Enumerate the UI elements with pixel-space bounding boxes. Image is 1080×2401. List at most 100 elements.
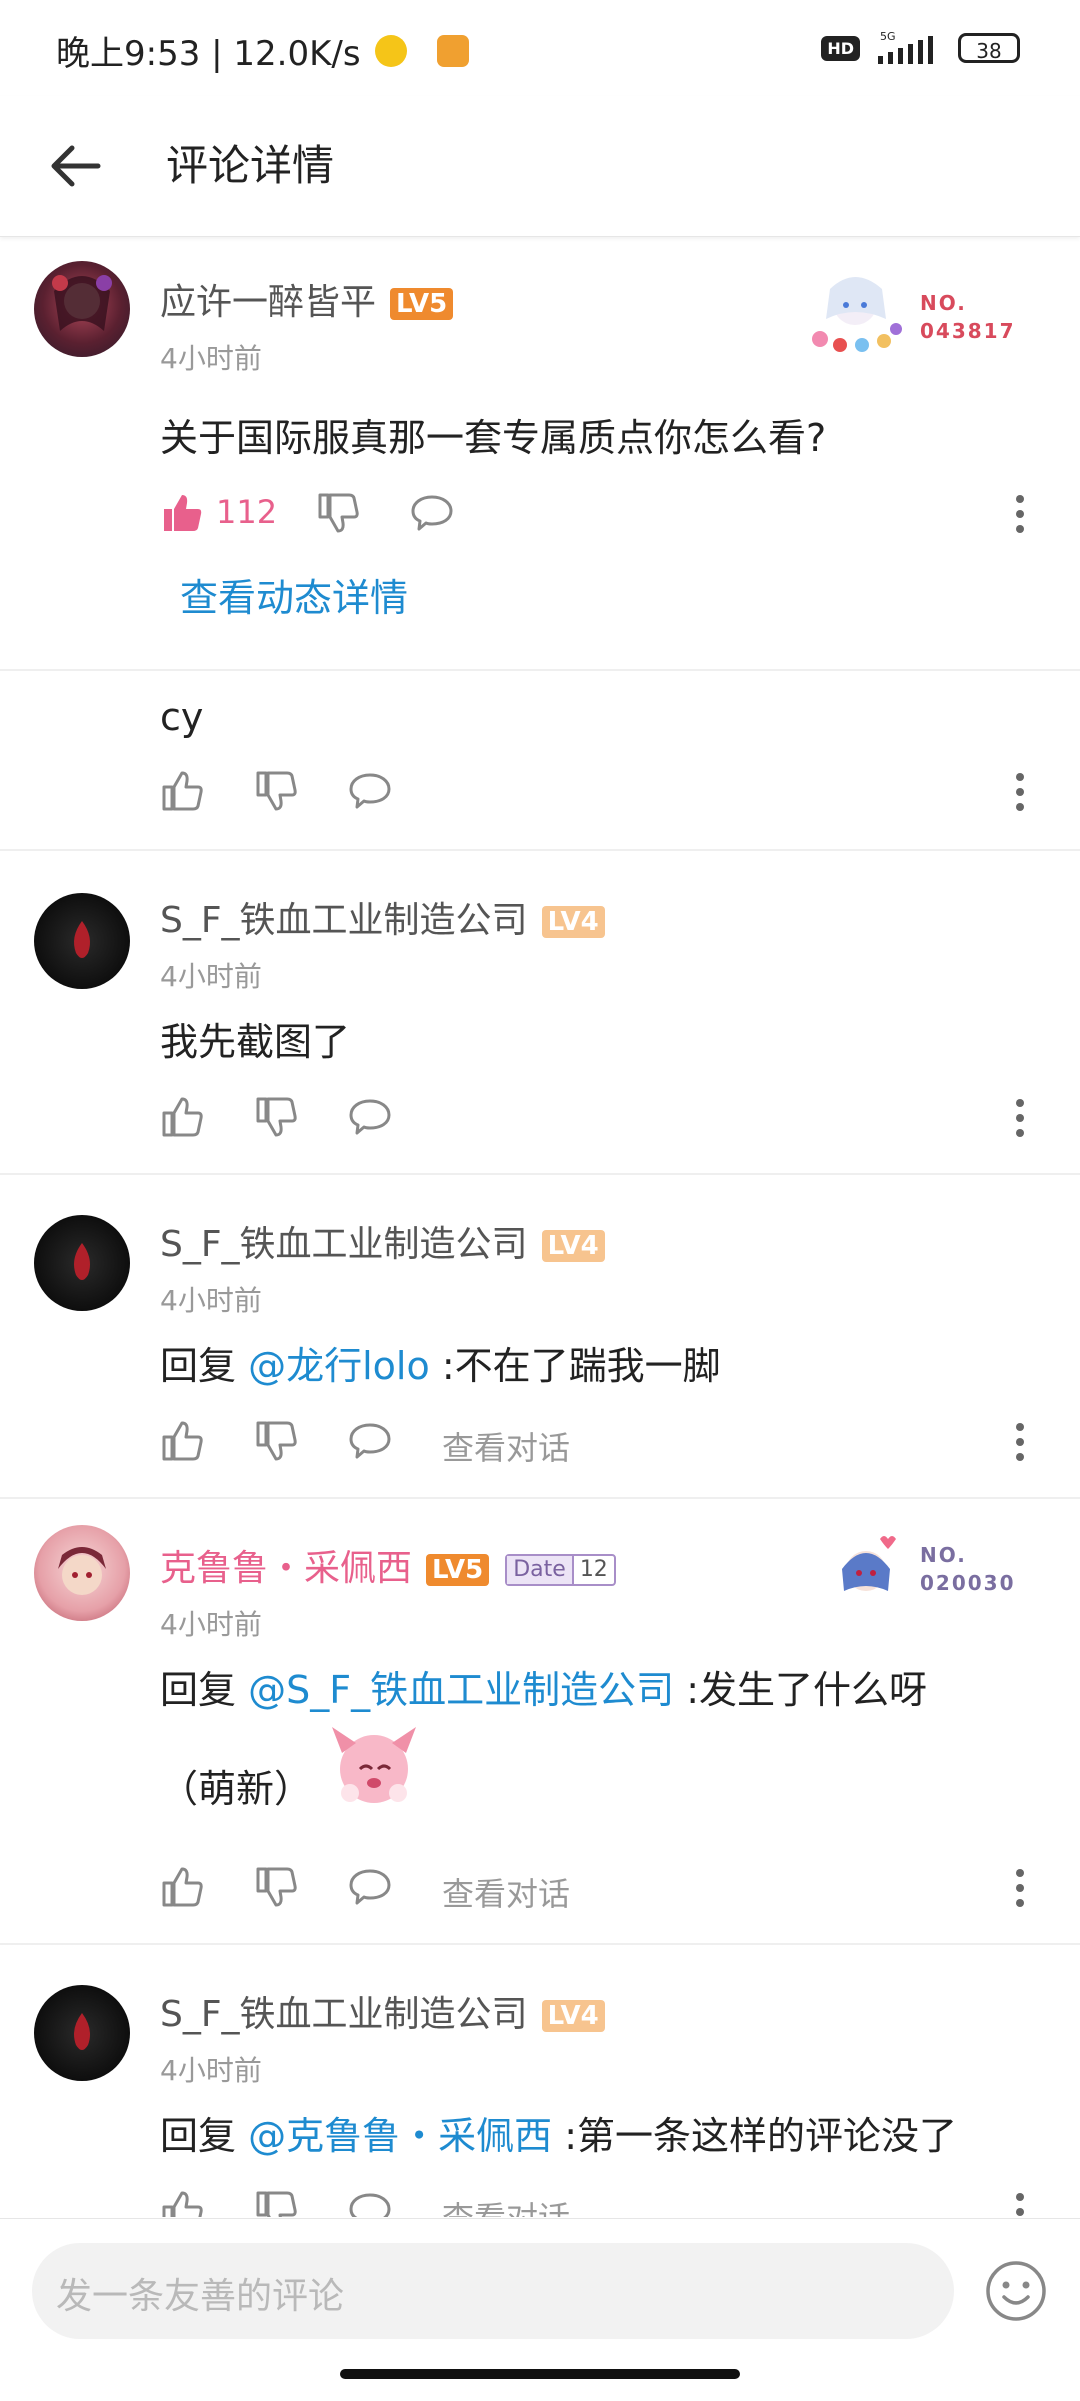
dislike-icon[interactable] — [254, 1865, 298, 1909]
fan-badge-number: NO. 043817 — [920, 289, 1016, 345]
reply-bubble-icon[interactable] — [348, 1419, 392, 1463]
comment-text: 关于国际服真那一套专属质点你怎么看? — [160, 416, 827, 460]
avatar[interactable] — [34, 1525, 130, 1621]
username-text: S_F_铁血工业制造公司 — [160, 1224, 528, 1265]
dislike-icon[interactable] — [254, 1419, 298, 1463]
level-badge: LV4 — [541, 1230, 605, 1262]
mention-link[interactable]: @克鲁鲁・采佩西 — [248, 2114, 552, 2158]
reply-text: cy — [160, 695, 204, 739]
reply-text: 回复 @克鲁鲁・采佩西 :第一条这样的评论没了 — [160, 2105, 957, 2160]
avatar-image — [74, 921, 90, 958]
avatar[interactable] — [34, 261, 130, 357]
reply-bubble-icon[interactable] — [348, 769, 392, 813]
coin-icon — [374, 34, 407, 67]
reply-bubble-icon[interactable] — [348, 1865, 392, 1909]
comment-list[interactable]: 应许一醉皆平 LV5 4小时前 NO. 043817 关于国际服真那一套专属质点你… — [0, 237, 1080, 2217]
battery-indicator: 38 — [958, 33, 1020, 63]
fan-badge-number: NO. 020030 — [920, 1541, 1016, 1597]
more-options-icon[interactable] — [1014, 771, 1026, 813]
reply-text-line2: （萌新） — [160, 1727, 426, 1817]
more-options-icon[interactable] — [1014, 1421, 1026, 1463]
fan-badge-num: 043817 — [920, 319, 1016, 343]
fan-badge-num: 020030 — [920, 1571, 1016, 1595]
view-post-detail-link[interactable]: 查看动态详情 — [180, 567, 408, 622]
home-indicator[interactable] — [340, 2369, 740, 2379]
fan-badge-illustration — [812, 277, 902, 352]
status-time: 晚上9:53 | 12.0K/s — [56, 34, 361, 74]
avatar-image — [74, 2013, 90, 2050]
like-icon[interactable] — [160, 2189, 204, 2217]
like-icon[interactable] — [160, 769, 204, 813]
like-count: 112 — [216, 493, 278, 531]
sticker-emoji — [332, 1727, 417, 1803]
comment-input-placeholder: 发一条友善的评论 — [56, 2276, 345, 2317]
like-icon[interactable] — [160, 1419, 204, 1463]
more-options-icon[interactable] — [1014, 493, 1026, 535]
dislike-icon[interactable] — [254, 769, 298, 813]
dislike-icon[interactable] — [254, 1095, 298, 1139]
reply-item: 克鲁鲁・采佩西 LV5 Date 12 4小时前 NO. 020030 回复 @S_F… — [0, 1499, 1080, 1945]
reply-actions: 查看对话 — [160, 1865, 1030, 1925]
network-label: 5G — [880, 30, 896, 43]
view-conversation-link[interactable]: 查看对话 — [442, 1423, 570, 1469]
reply-bubble-icon[interactable] — [410, 491, 454, 535]
avatar[interactable] — [34, 1985, 130, 2081]
like-icon[interactable] — [160, 1865, 204, 1909]
main-comment: 应许一醉皆平 LV5 4小时前 NO. 043817 关于国际服真那一套专属质点你… — [0, 237, 1080, 671]
more-options-icon[interactable] — [1014, 1867, 1026, 1909]
reply-item: cy — [0, 671, 1080, 851]
date-medal-label: Date — [507, 1556, 572, 1584]
dislike-icon[interactable] — [254, 2189, 298, 2217]
reply-bubble-icon[interactable] — [348, 2189, 392, 2217]
fan-badge-no: NO. — [920, 1543, 967, 1567]
like-icon[interactable] — [160, 1095, 204, 1139]
reply-item: S_F_铁血工业制造公司 LV4 4小时前 我先截图了 — [0, 851, 1080, 1175]
username[interactable]: S_F_铁血工业制造公司 LV4 — [160, 891, 605, 943]
reply-body: :不在了踹我一脚 — [441, 1344, 721, 1388]
reply-prefix: 回复 — [160, 2114, 237, 2158]
avatar[interactable] — [34, 893, 130, 989]
date-medal: Date 12 — [505, 1554, 616, 1586]
reply-item: S_F_铁血工业制造公司 LV4 4小时前 回复 @龙行lolo :不在了踹我一脚… — [0, 1175, 1080, 1499]
username-text: S_F_铁血工业制造公司 — [160, 1994, 528, 2035]
username[interactable]: S_F_铁血工业制造公司 LV4 — [160, 1215, 605, 1267]
emoji-icon[interactable] — [984, 2259, 1048, 2323]
signal-icon: 5G — [878, 30, 933, 64]
comment-input-bar: 发一条友善的评论 — [0, 2218, 1080, 2401]
reply-actions — [160, 769, 1030, 829]
date-medal-num: 12 — [571, 1556, 614, 1584]
level-badge: LV5 — [426, 1554, 490, 1586]
post-time: 4小时前 — [160, 1284, 262, 1317]
username[interactable]: 应许一醉皆平 LV5 — [160, 273, 454, 325]
reply-item: S_F_铁血工业制造公司 LV4 4小时前 回复 @克鲁鲁・采佩西 :第一条这样的… — [0, 1945, 1080, 2217]
avatar-image — [52, 275, 112, 331]
dislike-icon[interactable] — [316, 491, 360, 535]
comment-input[interactable]: 发一条友善的评论 — [32, 2243, 954, 2339]
back-arrow-icon[interactable] — [40, 136, 112, 196]
mention-link[interactable]: @S_F_铁血工业制造公司 — [248, 1668, 674, 1712]
username-text: 应许一醉皆平 — [160, 282, 377, 323]
avatar-image — [58, 1547, 106, 1595]
more-options-icon[interactable] — [1014, 2191, 1026, 2217]
username[interactable]: 克鲁鲁・采佩西 LV5 Date 12 — [160, 1539, 616, 1591]
reply-prefix: 回复 — [160, 1344, 237, 1388]
fan-badge-illustration — [842, 1536, 896, 1591]
reply-body-2: （萌新） — [160, 1766, 313, 1811]
post-time: 4小时前 — [160, 960, 262, 993]
reply-actions — [160, 1095, 1030, 1155]
post-time: 4小时前 — [160, 342, 262, 375]
like-filled-icon[interactable] — [160, 491, 204, 535]
username-text: S_F_铁血工业制造公司 — [160, 900, 528, 941]
fan-badge: NO. 043817 — [800, 259, 1030, 359]
reply-body: :发生了什么呀 — [686, 1668, 927, 1712]
view-conversation-link[interactable]: 查看对话 — [442, 1869, 570, 1915]
username[interactable]: S_F_铁血工业制造公司 LV4 — [160, 1985, 605, 2037]
reply-bubble-icon[interactable] — [348, 1095, 392, 1139]
view-conversation-link[interactable]: 查看对话 — [442, 2193, 570, 2217]
mention-link[interactable]: @龙行lolo — [248, 1344, 430, 1388]
avatar[interactable] — [34, 1215, 130, 1311]
level-badge: LV5 — [390, 288, 454, 320]
reply-text: 我先截图了 — [160, 1020, 351, 1064]
more-options-icon[interactable] — [1014, 1097, 1026, 1139]
level-badge: LV4 — [541, 2000, 605, 2032]
